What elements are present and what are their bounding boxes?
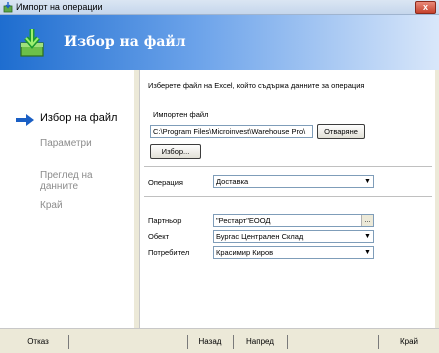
choose-file-button[interactable]: Избор... (150, 144, 201, 159)
step-file-selection: Избор на файл (40, 112, 118, 124)
page-title: Избор на файл (64, 34, 186, 50)
wizard-steps-sidebar: Избор на файл Параметри Преглед на данни… (0, 70, 134, 328)
partner-browse-button[interactable]: ... (361, 215, 373, 226)
header-banner: Избор на файл (0, 15, 439, 70)
operation-select[interactable]: Доставка ▼ (213, 175, 374, 188)
step-parameters: Параметри (40, 138, 92, 149)
operation-label: Операция (148, 178, 183, 187)
partner-input[interactable]: "Рестарт"ЕООД ... (213, 214, 374, 227)
step-finish: Край (40, 200, 63, 211)
user-select[interactable]: Красимир Киров ▼ (213, 246, 374, 259)
chevron-down-icon[interactable]: ▼ (362, 231, 373, 242)
object-label: Обект (148, 232, 170, 241)
step-data-preview: Преглед на данните (40, 170, 93, 192)
window-title: Импорт на операции (16, 2, 103, 12)
object-select[interactable]: Бургас Централен Склад ▼ (213, 230, 374, 243)
download-arrow-icon (20, 29, 44, 57)
chevron-down-icon[interactable]: ▼ (362, 247, 373, 258)
partner-label: Партньор (148, 216, 182, 225)
imported-file-label: Импортен файл (153, 110, 209, 119)
open-button[interactable]: Отваряне (317, 124, 365, 139)
user-label: Потребител (148, 248, 190, 257)
chevron-down-icon[interactable]: ▼ (362, 176, 373, 187)
divider (378, 335, 379, 349)
divider (144, 166, 432, 167)
divider (144, 196, 432, 197)
divider (187, 335, 188, 349)
back-button[interactable]: Назад (191, 335, 229, 349)
app-icon (3, 2, 13, 13)
imported-file-input[interactable]: C:\Program Files\Microinvest\Warehouse P… (150, 125, 313, 138)
main-panel: Изберете файл на Excel, който съдържа да… (139, 70, 435, 328)
title-bar: Импорт на операции x (0, 0, 439, 15)
cancel-button[interactable]: Отказ (20, 335, 56, 349)
finish-button[interactable]: Край (391, 335, 427, 349)
user-value: Красимир Киров (216, 248, 274, 257)
next-button[interactable]: Напред (240, 335, 280, 349)
wizard-footer: Отказ Назад Напред Край (0, 328, 439, 353)
object-value: Бургас Централен Склад (216, 232, 304, 241)
operation-value: Доставка (216, 177, 249, 186)
close-button[interactable]: x (415, 1, 436, 14)
right-arrow-icon (16, 114, 34, 126)
divider (68, 335, 69, 349)
divider (233, 335, 234, 349)
divider (287, 335, 288, 349)
instruction-text: Изберете файл на Excel, който съдържа да… (148, 81, 365, 90)
partner-value: "Рестарт"ЕООД (216, 216, 271, 225)
